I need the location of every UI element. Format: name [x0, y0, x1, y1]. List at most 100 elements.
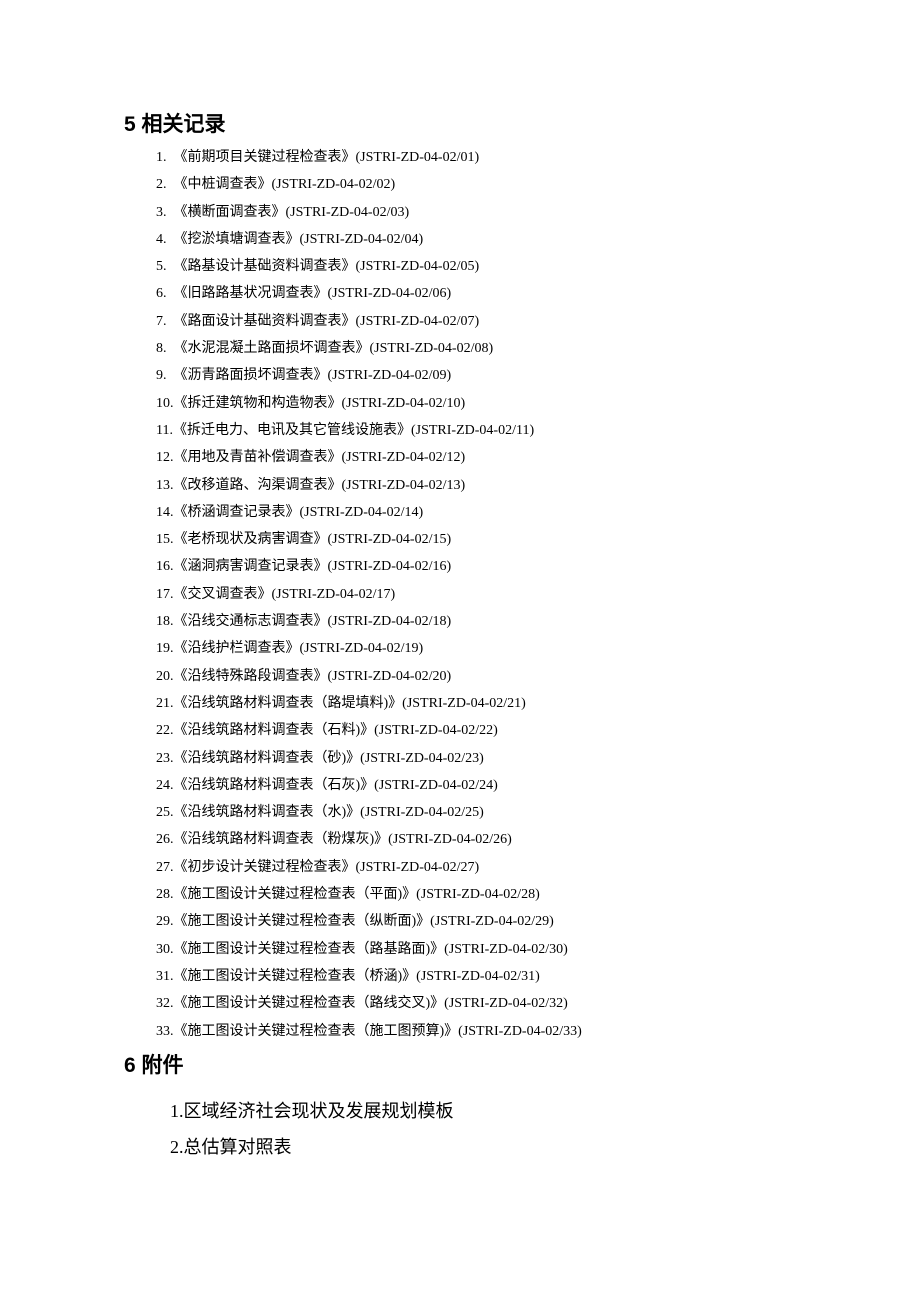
record-item-number: 19.	[156, 635, 174, 662]
record-item-text: 《施工图设计关键过程检查表（纵断面)》(JSTRI-ZD-04-02/29)	[174, 914, 554, 929]
record-item: 22.《沿线筑路材料调查表（石料)》(JSTRI-ZD-04-02/22)	[156, 717, 820, 744]
attachment-item-text: 总估算对照表	[184, 1137, 292, 1157]
record-item-number: 22.	[156, 717, 174, 744]
record-item-text: 《施工图设计关键过程检查表（路线交叉)》(JSTRI-ZD-04-02/32)	[174, 996, 568, 1011]
record-item-text: 《沿线筑路材料调查表（粉煤灰)》(JSTRI-ZD-04-02/26)	[174, 832, 512, 847]
record-item-text: 《初步设计关键过程检查表》(JSTRI-ZD-04-02/27)	[174, 860, 480, 875]
record-item-number: 17.	[156, 581, 174, 608]
record-item-text: 《沿线筑路材料调查表（路堤填料)》(JSTRI-ZD-04-02/21)	[174, 696, 526, 711]
record-item-number: 27.	[156, 854, 174, 881]
record-item: 14.《桥涵调查记录表》(JSTRI-ZD-04-02/14)	[156, 499, 820, 526]
record-item: 16.《涵洞病害调查记录表》(JSTRI-ZD-04-02/16)	[156, 553, 820, 580]
record-item-number: 28.	[156, 881, 174, 908]
record-item: 33.《施工图设计关键过程检查表（施工图预算)》(JSTRI-ZD-04-02/…	[156, 1018, 820, 1045]
record-item-text: 《中桩调查表》(JSTRI-ZD-04-02/02)	[174, 177, 396, 192]
record-item-text: 《施工图设计关键过程检查表（施工图预算)》(JSTRI-ZD-04-02/33)	[174, 1024, 582, 1039]
record-item-text: 《路基设计基础资料调查表》(JSTRI-ZD-04-02/05)	[174, 259, 480, 274]
record-item-number: 25.	[156, 799, 174, 826]
record-item-number: 6.	[156, 280, 167, 307]
record-item-number: 2.	[156, 171, 167, 198]
attachment-item-number: 1.	[170, 1101, 184, 1121]
record-item-text: 《桥涵调查记录表》(JSTRI-ZD-04-02/14)	[174, 505, 424, 520]
record-item-text: 《拆迁电力、电讯及其它管线设施表》(JSTRI-ZD-04-02/11)	[173, 423, 534, 438]
record-item: 30.《施工图设计关键过程检查表（路基路面)》(JSTRI-ZD-04-02/3…	[156, 936, 820, 963]
record-item-number: 20.	[156, 663, 174, 690]
record-item-number: 3.	[156, 199, 167, 226]
record-item-number: 9.	[156, 362, 167, 389]
record-item: 21.《沿线筑路材料调查表（路堤填料)》(JSTRI-ZD-04-02/21)	[156, 690, 820, 717]
record-item: 15.《老桥现状及病害调查》(JSTRI-ZD-04-02/15)	[156, 526, 820, 553]
record-item: 2. 《中桩调查表》(JSTRI-ZD-04-02/02)	[156, 171, 820, 198]
record-item-text: 《用地及青苗补偿调查表》(JSTRI-ZD-04-02/12)	[174, 450, 466, 465]
record-item: 11.《拆迁电力、电讯及其它管线设施表》(JSTRI-ZD-04-02/11)	[156, 417, 820, 444]
record-item-number: 21.	[156, 690, 174, 717]
record-item-number: 31.	[156, 963, 174, 990]
record-item-text: 《改移道路、沟渠调查表》(JSTRI-ZD-04-02/13)	[174, 478, 466, 493]
attachment-item-text: 区域经济社会现状及发展规划模板	[184, 1101, 454, 1121]
record-item-number: 12.	[156, 444, 174, 471]
record-item: 12.《用地及青苗补偿调查表》(JSTRI-ZD-04-02/12)	[156, 444, 820, 471]
record-item: 6. 《旧路路基状况调查表》(JSTRI-ZD-04-02/06)	[156, 280, 820, 307]
record-item-number: 13.	[156, 472, 174, 499]
record-item-text: 《沿线筑路材料调查表（砂)》(JSTRI-ZD-04-02/23)	[174, 751, 484, 766]
record-item-number: 15.	[156, 526, 174, 553]
record-item-text: 《涵洞病害调查记录表》(JSTRI-ZD-04-02/16)	[174, 559, 452, 574]
record-item-number: 5.	[156, 253, 167, 280]
record-item-text: 《拆迁建筑物和构造物表》(JSTRI-ZD-04-02/10)	[174, 396, 466, 411]
record-item: 3. 《横断面调查表》(JSTRI-ZD-04-02/03)	[156, 199, 820, 226]
record-item-number: 1.	[156, 144, 167, 171]
record-item-number: 11.	[156, 417, 173, 444]
record-item: 10.《拆迁建筑物和构造物表》(JSTRI-ZD-04-02/10)	[156, 390, 820, 417]
record-item-text: 《沿线护栏调查表》(JSTRI-ZD-04-02/19)	[174, 641, 424, 656]
record-item-number: 32.	[156, 990, 174, 1017]
attachment-item-number: 2.	[170, 1137, 184, 1157]
record-item: 17.《交叉调查表》(JSTRI-ZD-04-02/17)	[156, 581, 820, 608]
record-item: 24.《沿线筑路材料调查表（石灰)》(JSTRI-ZD-04-02/24)	[156, 772, 820, 799]
record-item-number: 33.	[156, 1018, 174, 1045]
record-item: 25.《沿线筑路材料调查表（水)》(JSTRI-ZD-04-02/25)	[156, 799, 820, 826]
record-item: 26.《沿线筑路材料调查表（粉煤灰)》(JSTRI-ZD-04-02/26)	[156, 826, 820, 853]
record-item: 19.《沿线护栏调查表》(JSTRI-ZD-04-02/19)	[156, 635, 820, 662]
attachment-item: 1.区域经济社会现状及发展规划模板	[170, 1093, 820, 1129]
record-item-text: 《沿线交通标志调查表》(JSTRI-ZD-04-02/18)	[174, 614, 452, 629]
record-item: 5. 《路基设计基础资料调查表》(JSTRI-ZD-04-02/05)	[156, 253, 820, 280]
record-item: 4. 《挖淤填塘调查表》(JSTRI-ZD-04-02/04)	[156, 226, 820, 253]
record-item: 1. 《前期项目关键过程检查表》(JSTRI-ZD-04-02/01)	[156, 144, 820, 171]
record-item-number: 8.	[156, 335, 167, 362]
record-item-text: 《路面设计基础资料调查表》(JSTRI-ZD-04-02/07)	[174, 314, 480, 329]
record-item-number: 26.	[156, 826, 174, 853]
record-item: 13.《改移道路、沟渠调查表》(JSTRI-ZD-04-02/13)	[156, 472, 820, 499]
record-item: 32.《施工图设计关键过程检查表（路线交叉)》(JSTRI-ZD-04-02/3…	[156, 990, 820, 1017]
record-item: 18.《沿线交通标志调查表》(JSTRI-ZD-04-02/18)	[156, 608, 820, 635]
section-5-records: 5 相关记录 1. 《前期项目关键过程检查表》(JSTRI-ZD-04-02/0…	[128, 108, 820, 1045]
record-item-number: 29.	[156, 908, 174, 935]
record-item-number: 30.	[156, 936, 174, 963]
record-item-text: 《沿线筑路材料调查表（石灰)》(JSTRI-ZD-04-02/24)	[174, 778, 498, 793]
record-item-text: 《横断面调查表》(JSTRI-ZD-04-02/03)	[174, 205, 410, 220]
record-item-text: 《施工图设计关键过程检查表（路基路面)》(JSTRI-ZD-04-02/30)	[174, 942, 568, 957]
record-item-text: 《施工图设计关键过程检查表（桥涵)》(JSTRI-ZD-04-02/31)	[174, 969, 540, 984]
record-item-number: 14.	[156, 499, 174, 526]
record-item: 7. 《路面设计基础资料调查表》(JSTRI-ZD-04-02/07)	[156, 308, 820, 335]
record-item-text: 《前期项目关键过程检查表》(JSTRI-ZD-04-02/01)	[174, 150, 480, 165]
attachment-list: 1.区域经济社会现状及发展规划模板2.总估算对照表	[128, 1093, 820, 1165]
record-item-text: 《沿线特殊路段调查表》(JSTRI-ZD-04-02/20)	[174, 669, 452, 684]
record-item-number: 10.	[156, 390, 174, 417]
record-item-number: 23.	[156, 745, 174, 772]
record-item: 27.《初步设计关键过程检查表》(JSTRI-ZD-04-02/27)	[156, 854, 820, 881]
record-item-number: 7.	[156, 308, 167, 335]
record-item: 28.《施工图设计关键过程检查表（平面)》(JSTRI-ZD-04-02/28)	[156, 881, 820, 908]
record-item-text: 《水泥混凝土路面损坏调查表》(JSTRI-ZD-04-02/08)	[174, 341, 494, 356]
section-6-heading: 6 附件	[124, 1049, 820, 1079]
record-item-text: 《老桥现状及病害调查》(JSTRI-ZD-04-02/15)	[174, 532, 452, 547]
record-item-number: 24.	[156, 772, 174, 799]
record-item-text: 《交叉调查表》(JSTRI-ZD-04-02/17)	[174, 587, 396, 602]
record-item: 20.《沿线特殊路段调查表》(JSTRI-ZD-04-02/20)	[156, 663, 820, 690]
record-item: 9. 《沥青路面损坏调查表》(JSTRI-ZD-04-02/09)	[156, 362, 820, 389]
section-6-attachments: 6 附件 1.区域经济社会现状及发展规划模板2.总估算对照表	[128, 1049, 820, 1165]
record-item: 23.《沿线筑路材料调查表（砂)》(JSTRI-ZD-04-02/23)	[156, 745, 820, 772]
record-item-text: 《沿线筑路材料调查表（石料)》(JSTRI-ZD-04-02/22)	[174, 723, 498, 738]
section-5-heading: 5 相关记录	[124, 108, 820, 138]
attachment-item: 2.总估算对照表	[170, 1129, 820, 1165]
record-item-text: 《施工图设计关键过程检查表（平面)》(JSTRI-ZD-04-02/28)	[174, 887, 540, 902]
